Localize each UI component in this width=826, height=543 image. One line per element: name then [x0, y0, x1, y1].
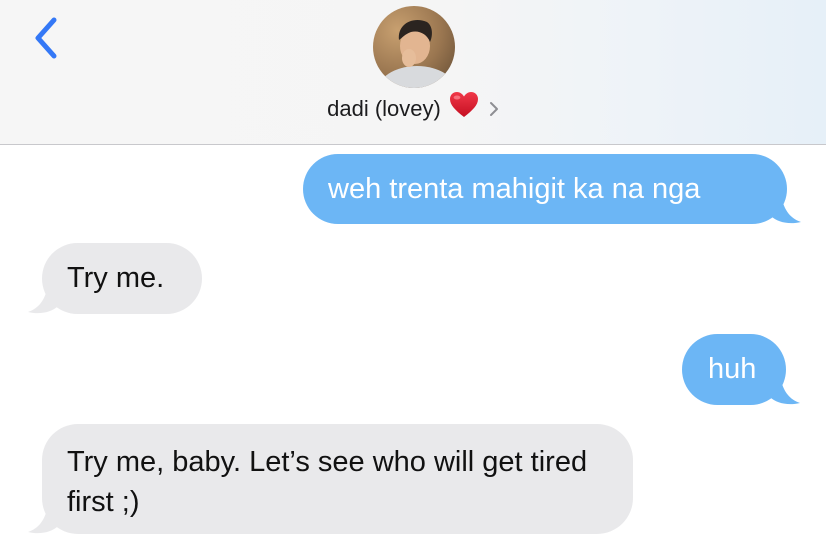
message-bubble-received[interactable]: Try me.: [28, 243, 202, 314]
chevron-right-icon: [489, 97, 499, 123]
contact-name: dadi (lovey): [327, 96, 441, 121]
avatar-photo: [373, 6, 455, 88]
message-bubble-sent[interactable]: huh: [682, 334, 800, 405]
contact-name-row[interactable]: dadi (lovey): [0, 92, 826, 126]
chevron-left-icon: [35, 17, 57, 59]
bubble-tail: [770, 375, 800, 405]
bubble-tail: [28, 504, 58, 534]
contact-avatar[interactable]: [373, 6, 455, 88]
conversation-header: dadi (lovey): [0, 0, 826, 145]
message-text: huh: [708, 353, 757, 385]
message-text: weh trenta mahigit ka na nga: [328, 173, 701, 205]
message-text: Try me, baby. Let’s see who will get tir…: [67, 446, 588, 518]
back-button[interactable]: [28, 14, 68, 64]
bubble-tail: [28, 284, 58, 314]
message-text: Try me.: [67, 262, 165, 294]
heart-emoji-icon: [449, 91, 479, 125]
message-bubble-received[interactable]: Try me, baby. Let’s see who will get tir…: [28, 424, 633, 534]
message-bubble-sent[interactable]: weh trenta mahigit ka na nga: [303, 154, 801, 224]
bubble-tail: [771, 194, 801, 224]
